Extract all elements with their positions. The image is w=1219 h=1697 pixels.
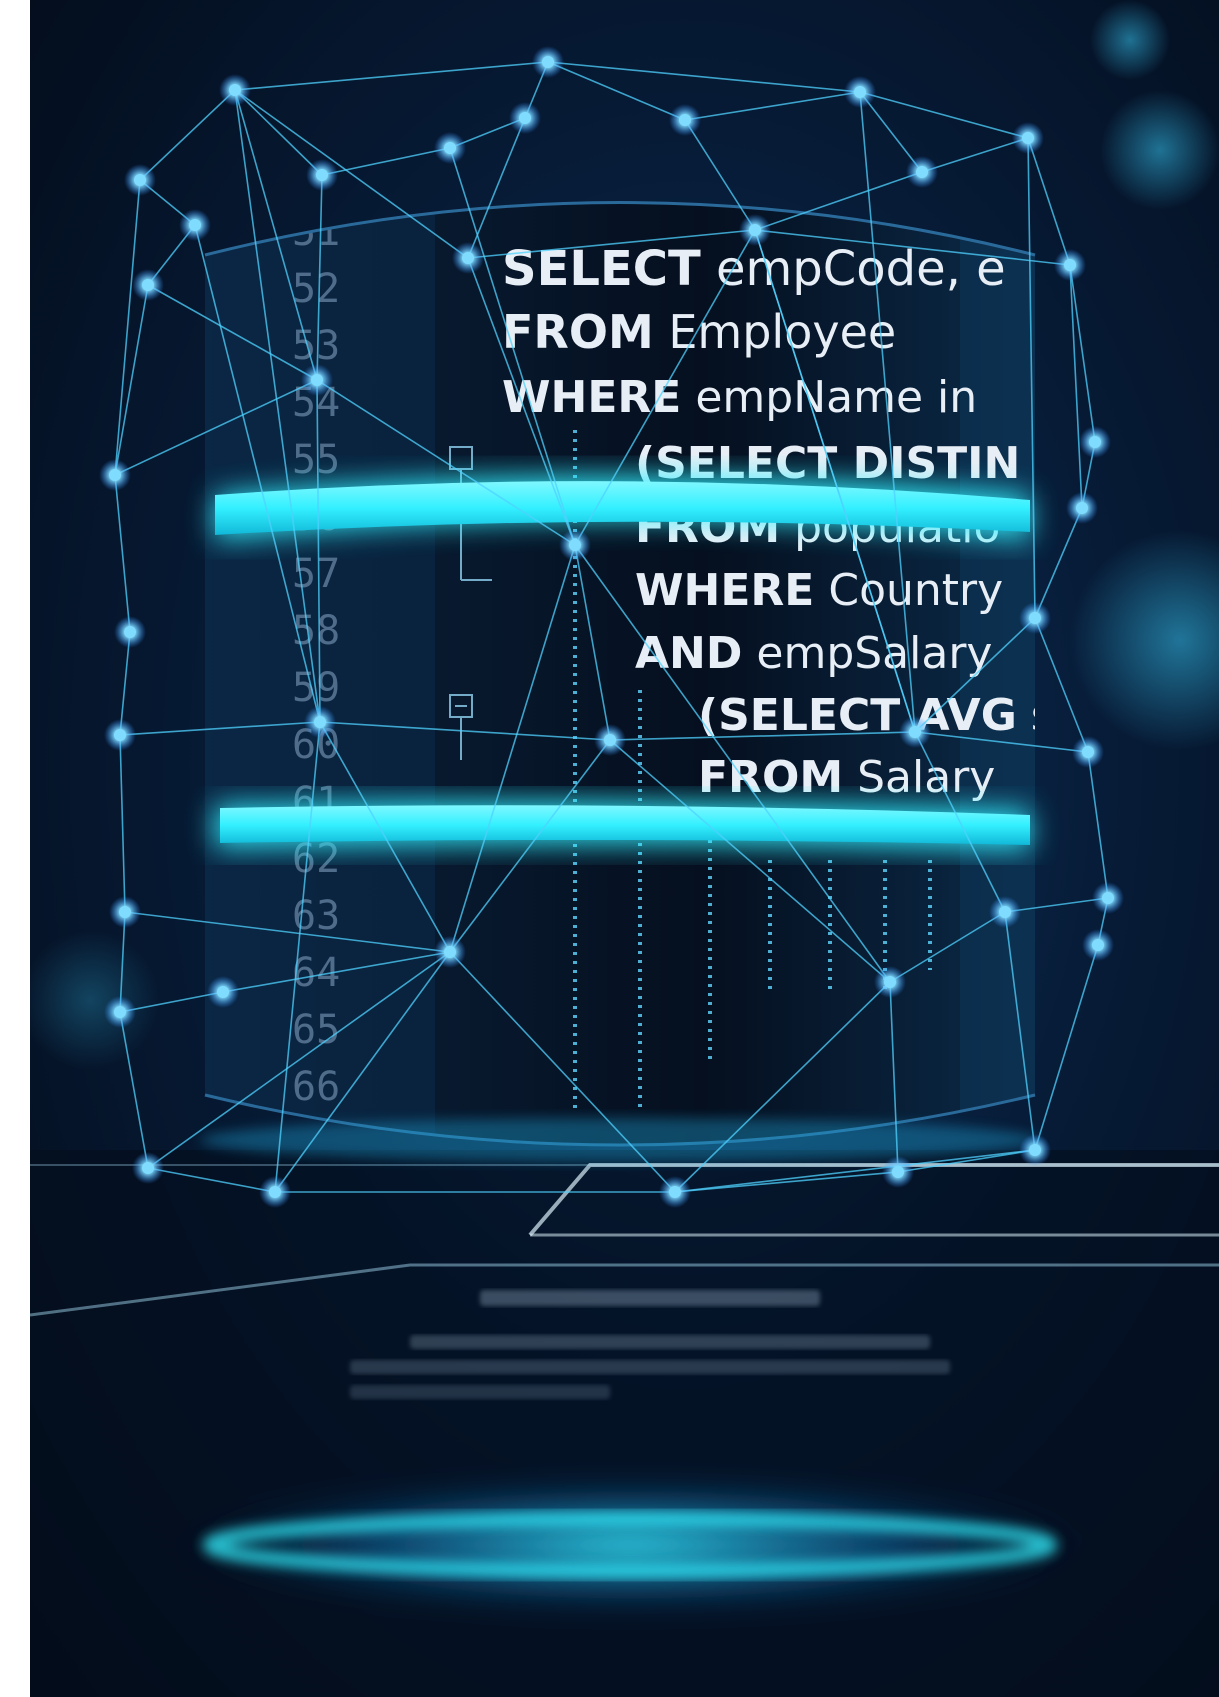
network-node — [854, 86, 866, 98]
network-node — [1022, 132, 1034, 144]
network-edge — [1027, 137, 1071, 266]
code-keyword: WHERE — [635, 565, 814, 616]
network-node — [1029, 1144, 1041, 1156]
network-node — [316, 169, 328, 181]
network-node — [749, 224, 761, 236]
network-node — [314, 716, 326, 728]
database-cylinder: 51525354555657585960616263646566 SELECT … — [204, 201, 1093, 1147]
code-line: WHERE Country — [635, 565, 1003, 616]
network-node — [519, 112, 531, 124]
code-text: sal — [1017, 690, 1093, 741]
line-number: 57 — [292, 551, 340, 597]
network-node — [542, 56, 554, 68]
network-node — [217, 986, 229, 998]
network-node — [444, 142, 456, 154]
code-text: Salary — [843, 752, 995, 803]
network-edge — [1034, 507, 1083, 619]
network-edge — [547, 61, 861, 93]
network-node — [999, 906, 1011, 918]
network-edge — [684, 91, 861, 121]
network-node — [444, 946, 456, 958]
network-node — [1082, 746, 1094, 758]
network-node — [1089, 436, 1101, 448]
line-number: 55 — [292, 437, 340, 483]
code-keyword: FROM — [698, 752, 843, 803]
network-node — [229, 84, 241, 96]
floor-reflection — [30, 1150, 1219, 1697]
network-edge — [119, 734, 126, 913]
network-node — [311, 374, 323, 386]
network-node — [884, 976, 896, 988]
network-node — [119, 906, 131, 918]
network-edge — [1087, 751, 1109, 899]
network-node — [462, 252, 474, 264]
network-edge — [114, 284, 149, 476]
line-number: 66 — [292, 1064, 340, 1110]
network-edge — [547, 61, 686, 121]
network-node — [134, 174, 146, 186]
line-number: 65 — [292, 1007, 340, 1053]
code-text: Country — [814, 565, 1003, 616]
line-number: 58 — [292, 608, 340, 654]
network-node — [1029, 612, 1041, 624]
network-edge — [114, 474, 131, 633]
code-line: AND empSalary — [635, 628, 992, 679]
network-node — [114, 729, 126, 741]
network-node — [569, 539, 581, 551]
network-node — [909, 726, 921, 738]
code-line: FROM Employee — [502, 305, 896, 359]
code-text: empCode, e — [701, 241, 1006, 297]
network-edge — [139, 89, 236, 181]
network-node — [269, 1186, 281, 1198]
network-edge — [859, 91, 1029, 139]
network-node — [1092, 939, 1104, 951]
code-keyword: FROM — [502, 305, 654, 359]
code-line: WHERE empName in — [502, 372, 977, 423]
network-node — [1076, 502, 1088, 514]
network-edge — [1069, 264, 1083, 509]
network-edge — [921, 137, 1029, 173]
code-line: (SELECT AVG sal — [698, 690, 1093, 741]
network-node — [114, 1006, 126, 1018]
network-node — [189, 219, 201, 231]
network-node — [124, 626, 136, 638]
network-node — [142, 279, 154, 291]
network-node — [1064, 259, 1076, 271]
network-node — [669, 1186, 681, 1198]
database-network-illustration: 51525354555657585960616263646566 SELECT … — [30, 0, 1219, 1697]
line-number: 52 — [292, 266, 340, 312]
network-edge — [321, 147, 451, 176]
illustration-canvas: 51525354555657585960616263646566 SELECT … — [30, 0, 1219, 1697]
network-edge — [234, 89, 323, 176]
code-text: empSalary — [742, 628, 992, 679]
network-node — [604, 734, 616, 746]
code-keyword: SELECT — [502, 241, 701, 297]
network-node — [109, 469, 121, 481]
network-node — [916, 166, 928, 178]
network-edge — [114, 179, 141, 476]
network-node — [892, 1166, 904, 1178]
line-number: 53 — [292, 323, 340, 369]
code-text: empName in — [681, 372, 977, 423]
network-edge — [1034, 944, 1099, 1151]
code-keyword: AND — [635, 628, 742, 679]
network-node — [1102, 892, 1114, 904]
network-node — [679, 114, 691, 126]
network-node — [142, 1162, 154, 1174]
network-edge — [234, 61, 549, 91]
code-text: Employee — [654, 305, 896, 359]
